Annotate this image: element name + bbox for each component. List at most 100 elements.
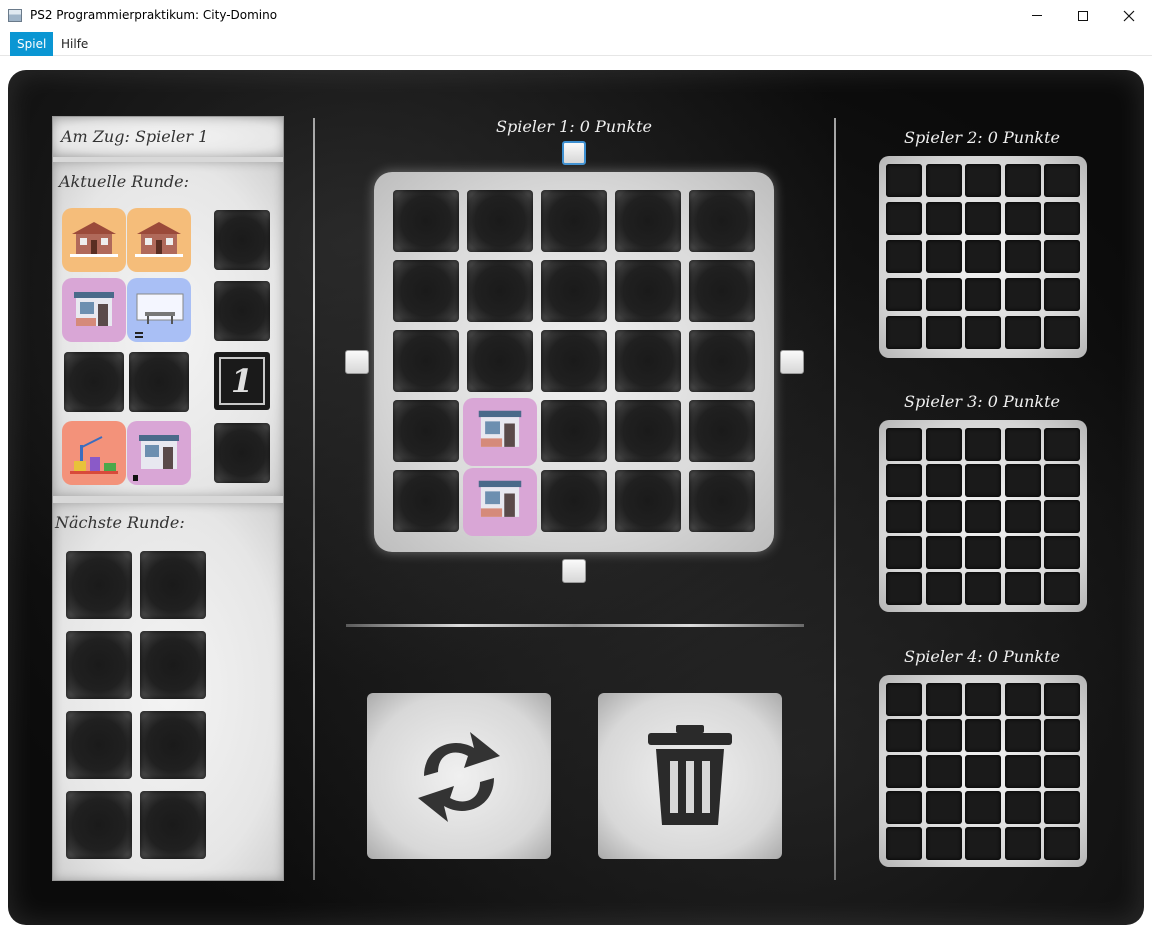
opponent-grid-cell [1044, 827, 1080, 860]
opponent-grid-cell [965, 202, 1001, 235]
placed-tile-shop[interactable] [463, 468, 537, 536]
round-number-badge: 1 [214, 352, 270, 410]
domino-tile-shop[interactable] [62, 278, 126, 342]
grid-cell[interactable] [393, 470, 459, 532]
opponent-grid-cell [925, 278, 962, 311]
window-title-bar: PS2 Programmierpraktikum: City-Domino [0, 0, 1152, 31]
opponent-grid-cell [1044, 428, 1080, 461]
grid-cell[interactable] [615, 400, 681, 462]
opponent-grid-cell [925, 755, 962, 788]
grid-cell[interactable] [467, 260, 533, 322]
window-title: PS2 Programmierpraktikum: City-Domino [30, 8, 278, 22]
menu-bar: Spiel Hilfe [0, 31, 1152, 56]
opponent-grid-cell [1004, 572, 1041, 605]
opponent-grid-cell [925, 164, 962, 197]
opponent-grid-cell [1044, 719, 1080, 752]
opponent-grid-cell [1004, 536, 1041, 569]
close-button[interactable] [1106, 0, 1152, 31]
left-divider [313, 118, 315, 880]
opponent-grid-cell [965, 464, 1001, 497]
grid-cell[interactable] [615, 190, 681, 252]
grid-cell[interactable] [541, 470, 607, 532]
shift-down-button[interactable] [562, 559, 586, 583]
maximize-icon [1078, 10, 1088, 21]
grid-cell[interactable] [467, 330, 533, 392]
shop-icon [74, 292, 114, 326]
current-player-label: Am Zug: Spieler 1 [61, 127, 209, 146]
grid-cell[interactable] [541, 400, 607, 462]
grid-cell[interactable] [689, 260, 755, 322]
empty-tile-slot [64, 352, 124, 412]
grid-cell[interactable] [615, 470, 681, 532]
domino-tile-house[interactable] [127, 208, 191, 272]
app-icon [8, 9, 22, 22]
shift-up-button[interactable] [562, 141, 586, 165]
shift-left-button[interactable] [345, 350, 369, 374]
office-icon [135, 293, 184, 338]
grid-cell[interactable] [393, 330, 459, 392]
domino-tile-house[interactable] [62, 208, 126, 272]
grid-cell[interactable] [689, 190, 755, 252]
domino-tile-park[interactable] [62, 421, 126, 485]
opponent-grid-cell [886, 500, 922, 533]
opponent-grid-cell [886, 428, 922, 461]
opponent-grid-cell [886, 164, 922, 197]
grid-cell[interactable] [689, 330, 755, 392]
next-round-slot [66, 631, 132, 699]
opponent-grid-cell [965, 240, 1001, 273]
opponent-grid-cell [965, 428, 1001, 461]
opponent-grid-cell [925, 719, 962, 752]
opponent-grid-cell [965, 755, 1001, 788]
grid-cell[interactable] [393, 400, 459, 462]
menu-hilfe[interactable]: Hilfe [54, 32, 95, 56]
opponent-grid-cell [886, 278, 922, 311]
house-icon [135, 222, 183, 257]
opponent-grid-cell [1004, 164, 1041, 197]
rotate-arrows-icon [418, 732, 500, 822]
placed-tile-shop[interactable] [463, 398, 537, 466]
opponent-grid-cell [886, 572, 922, 605]
opponent-grid-cell [925, 683, 962, 716]
next-round-label: Nächste Runde: [55, 513, 185, 532]
domino-tile-shop[interactable] [127, 421, 191, 485]
opponent-grid-cell [925, 500, 962, 533]
domino-tile-office[interactable] [127, 278, 191, 342]
grid-cell[interactable] [541, 260, 607, 322]
grid-cell[interactable] [541, 330, 607, 392]
opponent-grid-cell [965, 164, 1001, 197]
maximize-button[interactable] [1060, 0, 1106, 31]
opponent-grid-cell [1044, 755, 1080, 788]
opponent-grid-cell [1004, 278, 1041, 311]
grid-cell[interactable] [689, 470, 755, 532]
opponent-grid-cell [1004, 719, 1041, 752]
discard-button[interactable] [598, 693, 782, 859]
opponent-grid-cell [965, 719, 1001, 752]
grid-cell[interactable] [393, 190, 459, 252]
grid-cell[interactable] [615, 260, 681, 322]
menu-spiel[interactable]: Spiel [10, 32, 54, 56]
grid-cell[interactable] [467, 190, 533, 252]
next-round-slot [66, 711, 132, 779]
opponent-grid-cell [925, 316, 962, 349]
opponent-grid-cell [925, 428, 962, 461]
opponent-grid-cell [1004, 240, 1041, 273]
next-round-slot [140, 551, 206, 619]
current-round-label: Aktuelle Runde: [59, 172, 189, 191]
grid-cell[interactable] [689, 400, 755, 462]
opponent-grid-cell [1004, 428, 1041, 461]
opponent-grid-cell [886, 202, 922, 235]
opponent-grid-cell [925, 202, 962, 235]
rotate-button[interactable] [367, 693, 551, 859]
shift-right-button[interactable] [780, 350, 804, 374]
next-round-slot [140, 711, 206, 779]
player-marker-slot [214, 423, 270, 483]
opponent-grid-cell [965, 572, 1001, 605]
opponent-grid-cell [886, 683, 922, 716]
opponent-grid-cell [925, 536, 962, 569]
grid-cell[interactable] [541, 190, 607, 252]
opponent-grid-cell [1004, 464, 1041, 497]
right-divider [834, 118, 836, 880]
grid-cell[interactable] [615, 330, 681, 392]
minimize-button[interactable] [1014, 0, 1060, 31]
grid-cell[interactable] [393, 260, 459, 322]
